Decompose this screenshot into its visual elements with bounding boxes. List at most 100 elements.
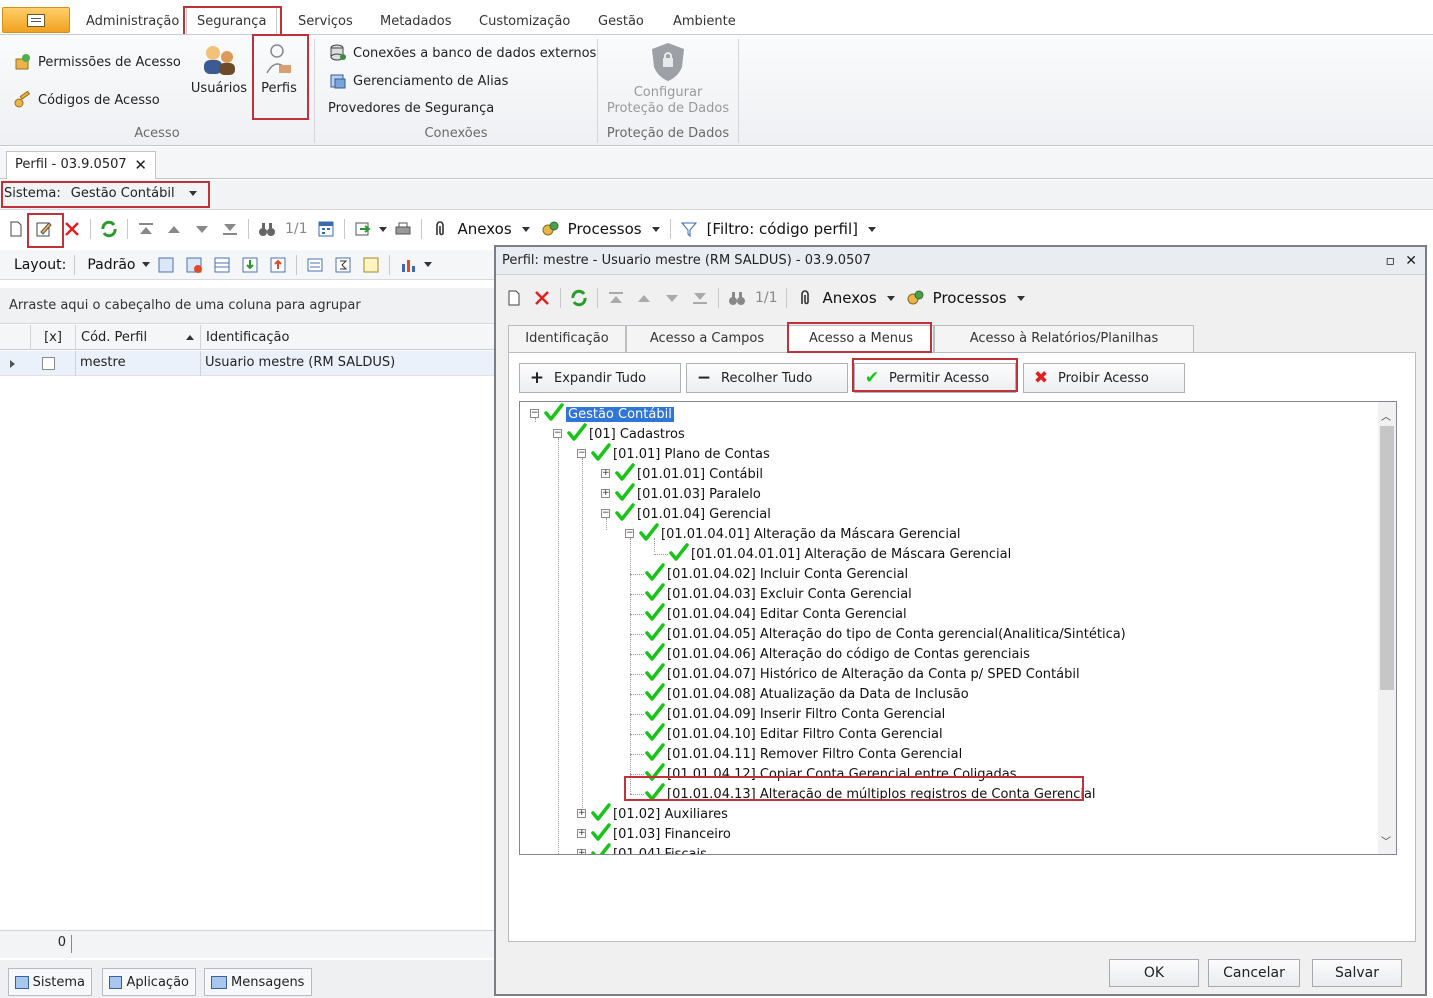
column-select[interactable]: [x] [30,325,75,350]
export-layout-icon[interactable] [269,256,287,274]
print-icon[interactable] [394,220,412,238]
gerenciamento-alias-button[interactable]: Gerenciamento de Alias [329,70,508,92]
status-aplicacao-button[interactable]: Aplicação [102,968,196,996]
chevron-down-icon[interactable] [378,226,387,232]
edit-icon[interactable] [35,220,53,238]
tree-node[interactable]: [01.01.04.07] Histórico de Alteração da … [625,663,1080,684]
scroll-thumb[interactable] [1380,426,1394,690]
dialog-anexos-menu[interactable]: Anexos [823,289,877,307]
dialog-titlebar[interactable]: Perfil: mestre - Usuario mestre (RM SALD… [496,247,1425,275]
close-icon[interactable]: ✕ [134,152,147,178]
tree-scrollbar[interactable]: ︿ ﹀ [1378,402,1396,854]
group-by-panel[interactable]: Arraste aqui o cabeçalho de uma coluna p… [0,288,494,324]
chevron-down-icon[interactable] [886,295,895,301]
tab-ambiente[interactable]: Ambiente [663,8,746,35]
tree-node[interactable]: + [01.01.01] Contábil [601,463,763,484]
tree-node[interactable]: [01.01.04.10] Editar Filtro Conta Gerenc… [625,723,943,744]
tree-node[interactable]: [01.01.04.05] Alteração do tipo de Conta… [625,623,1126,644]
tree-node[interactable]: [01.01.04.08] Atualização da Data de Inc… [625,683,969,704]
import-layout-icon[interactable] [241,256,259,274]
tree-node[interactable]: − [01.01] Plano de Contas [577,443,770,464]
status-sistema-button[interactable]: Sistema [8,968,92,996]
export-icon[interactable] [354,220,372,238]
grid-columns-icon[interactable] [213,256,231,274]
last-record-icon[interactable] [221,220,239,238]
filter-row-icon[interactable] [306,256,324,274]
tree-node[interactable]: − [01] Cadastros [553,423,685,444]
perfis-button[interactable]: Perfis [254,43,304,96]
tab-customizacao[interactable]: Customização [469,8,580,35]
dialog-processos-menu[interactable]: Processos [933,289,1007,307]
tab-acesso-relatorios[interactable]: Acesso à Relatórios/Planilhas [934,325,1194,353]
tree-node[interactable]: [01.01.04.11] Remover Filtro Conta Geren… [625,743,962,764]
filtro-menu[interactable]: [Filtro: código perfil] [707,220,858,238]
binoculars-icon[interactable] [728,289,746,307]
tree-node[interactable]: [01.01.04.01.01] Alteração de Máscara Ge… [649,543,1011,564]
doc-tab-perfil[interactable]: Perfil - 03.9.0507 ✕ [6,151,156,179]
scroll-down-icon[interactable]: ﹀ [1381,833,1391,848]
tree-node[interactable]: [01.01.04.02] Incluir Conta Gerencial [625,563,908,584]
maximize-icon[interactable]: ▫ [1386,247,1396,275]
tree-node[interactable]: [01.01.04.04] Editar Conta Gerencial [625,603,907,624]
tab-metadados[interactable]: Metadados [370,8,461,35]
tree-node[interactable]: + [01.03] Financeiro [577,823,731,844]
anexos-menu[interactable]: Anexos [458,220,512,238]
tree-node[interactable]: − [01.01.04.01] Alteração da Máscara Gere… [625,523,961,544]
new-icon[interactable] [505,289,523,307]
permissoes-acesso-button[interactable]: Permissões de Acesso [14,51,181,73]
tree-node[interactable]: [01.01.04.09] Inserir Filtro Conta Geren… [625,703,945,724]
provedores-seguranca-button[interactable]: Provedores de Segurança [328,97,494,119]
tree-node[interactable]: + [01.04] Fiscais [577,843,707,854]
tab-administracao[interactable]: Administração [76,8,189,35]
app-menu-button[interactable] [2,7,70,33]
tree-node[interactable]: + [01.02] Auxiliares [577,803,728,824]
binoculars-icon[interactable] [258,220,276,238]
column-cod-perfil[interactable]: Cód. Perfil [75,325,200,350]
tab-acesso-campos[interactable]: Acesso a Campos [626,325,788,353]
tree-node[interactable]: − Gestão Contábil [530,403,674,424]
chevron-down-icon[interactable] [651,226,660,232]
tree-node[interactable]: − [01.01.04] Gerencial [601,503,771,524]
layout-save-icon[interactable] [157,256,175,274]
refresh-icon[interactable] [100,220,118,238]
first-record-icon[interactable] [607,289,625,307]
tree-node[interactable]: [01.01.04.03] Excluir Conta Gerencial [625,583,912,604]
chevron-down-icon[interactable] [141,262,150,267]
tree-node[interactable]: [01.01.04.06] Alteração do código de Con… [625,643,1030,664]
codigos-acesso-button[interactable]: Códigos de Acesso [14,89,160,111]
first-record-icon[interactable] [137,220,155,238]
tree-node[interactable]: [01.01.04.13] Alteração de múltiplos reg… [625,783,1096,804]
note-icon[interactable] [362,256,380,274]
previous-record-icon[interactable] [165,220,183,238]
usuarios-button[interactable]: Usuários [188,43,250,96]
calendar-icon[interactable] [317,220,335,238]
ok-button[interactable]: OK [1109,959,1199,987]
proibir-acesso-button[interactable]: ✖ Proibir Acesso [1023,363,1185,393]
close-icon[interactable]: ✕ [1405,247,1417,275]
last-record-icon[interactable] [691,289,709,307]
sistema-selector[interactable]: Sistema: Gestão Contábil [4,186,203,201]
tree-node[interactable]: + [01.01.03] Paralelo [601,483,761,504]
delete-icon[interactable] [63,220,81,238]
layout-delete-icon[interactable] [185,256,203,274]
tab-identificacao[interactable]: Identificação [508,325,626,353]
chevron-down-icon[interactable] [867,226,876,232]
chevron-down-icon[interactable] [423,262,432,267]
conexoes-bd-button[interactable]: Conexões a banco de dados externos [329,42,596,64]
recolher-tudo-button[interactable]: − Recolher Tudo [686,363,848,393]
chevron-down-icon[interactable] [521,226,530,232]
previous-record-icon[interactable] [635,289,653,307]
next-record-icon[interactable] [663,289,681,307]
sum-icon[interactable] [334,256,352,274]
tab-seguranca[interactable]: Segurança [186,7,278,34]
menu-tree[interactable]: − Gestão Contábil − [01] Cadastros − [01.01… [519,401,1397,855]
tree-node[interactable]: [01.01.04.12] Copiar Conta Gerencial ent… [625,763,1016,784]
tab-gestao[interactable]: Gestão [588,8,654,35]
chevron-down-icon[interactable] [1016,295,1025,301]
processos-menu[interactable]: Processos [568,220,642,238]
next-record-icon[interactable] [193,220,211,238]
status-mensagens-button[interactable]: Mensagens [204,968,312,996]
tab-acesso-menus[interactable]: Acesso a Menus [788,325,934,354]
salvar-button[interactable]: Salvar [1312,959,1402,987]
cancelar-button[interactable]: Cancelar [1208,959,1300,987]
